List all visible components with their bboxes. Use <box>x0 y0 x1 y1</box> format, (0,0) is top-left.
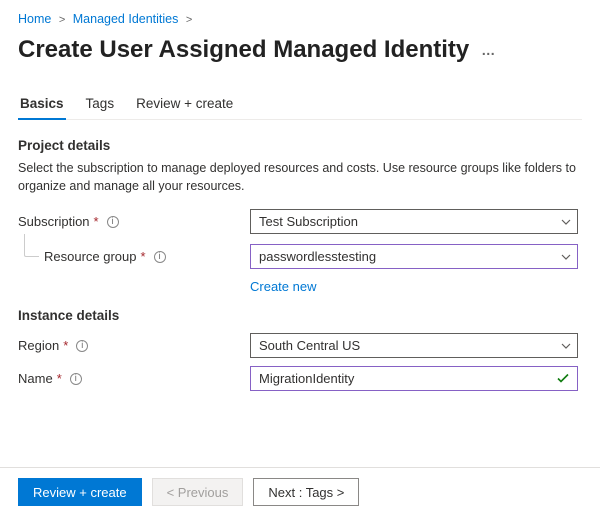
region-label-text: Region <box>18 338 59 353</box>
wizard-tabs: Basics Tags Review + create <box>18 90 582 120</box>
chevron-right-icon: > <box>182 14 196 26</box>
name-input[interactable]: MigrationIdentity <box>250 366 578 391</box>
project-details-heading: Project details <box>18 138 582 153</box>
more-icon[interactable]: … <box>481 42 496 58</box>
resource-group-select[interactable]: passwordlesstesting <box>250 244 578 269</box>
resource-group-label: Resource group * i <box>44 249 250 264</box>
tab-basics[interactable]: Basics <box>18 90 66 119</box>
name-value: MigrationIdentity <box>259 371 354 386</box>
breadcrumb: Home > Managed Identities > <box>18 10 582 34</box>
subscription-label: Subscription * i <box>18 214 250 229</box>
required-indicator: * <box>141 249 146 264</box>
page-title: Create User Assigned Managed Identity … <box>18 36 582 64</box>
chevron-down-icon <box>561 219 571 225</box>
info-icon[interactable]: i <box>154 251 166 263</box>
page-title-text: Create User Assigned Managed Identity <box>18 36 469 64</box>
review-create-button[interactable]: Review + create <box>18 478 142 506</box>
project-details-description: Select the subscription to manage deploy… <box>18 159 578 195</box>
required-indicator: * <box>57 371 62 386</box>
check-icon <box>557 371 569 386</box>
required-indicator: * <box>63 338 68 353</box>
region-select[interactable]: South Central US <box>250 333 578 358</box>
wizard-footer: Review + create < Previous Next : Tags > <box>0 467 600 516</box>
chevron-down-icon <box>561 254 571 260</box>
subscription-label-text: Subscription <box>18 214 90 229</box>
region-value: South Central US <box>259 338 360 353</box>
next-button[interactable]: Next : Tags > <box>253 478 359 506</box>
tab-review-create[interactable]: Review + create <box>134 90 235 119</box>
breadcrumb-home[interactable]: Home <box>18 12 51 26</box>
chevron-down-icon <box>561 343 571 349</box>
resource-group-label-text: Resource group <box>44 249 137 264</box>
info-icon[interactable]: i <box>70 373 82 385</box>
instance-details-heading: Instance details <box>18 308 582 323</box>
resource-group-value: passwordlesstesting <box>259 249 376 264</box>
name-label-text: Name <box>18 371 53 386</box>
name-label: Name * i <box>18 371 250 386</box>
chevron-right-icon: > <box>55 14 69 26</box>
tab-tags[interactable]: Tags <box>84 90 117 119</box>
subscription-select[interactable]: Test Subscription <box>250 209 578 234</box>
required-indicator: * <box>94 214 99 229</box>
subscription-value: Test Subscription <box>259 214 358 229</box>
create-new-link[interactable]: Create new <box>250 279 316 294</box>
region-label: Region * i <box>18 338 250 353</box>
info-icon[interactable]: i <box>76 340 88 352</box>
info-icon[interactable]: i <box>107 216 119 228</box>
breadcrumb-managed-identities[interactable]: Managed Identities <box>73 12 179 26</box>
previous-button: < Previous <box>152 478 244 506</box>
